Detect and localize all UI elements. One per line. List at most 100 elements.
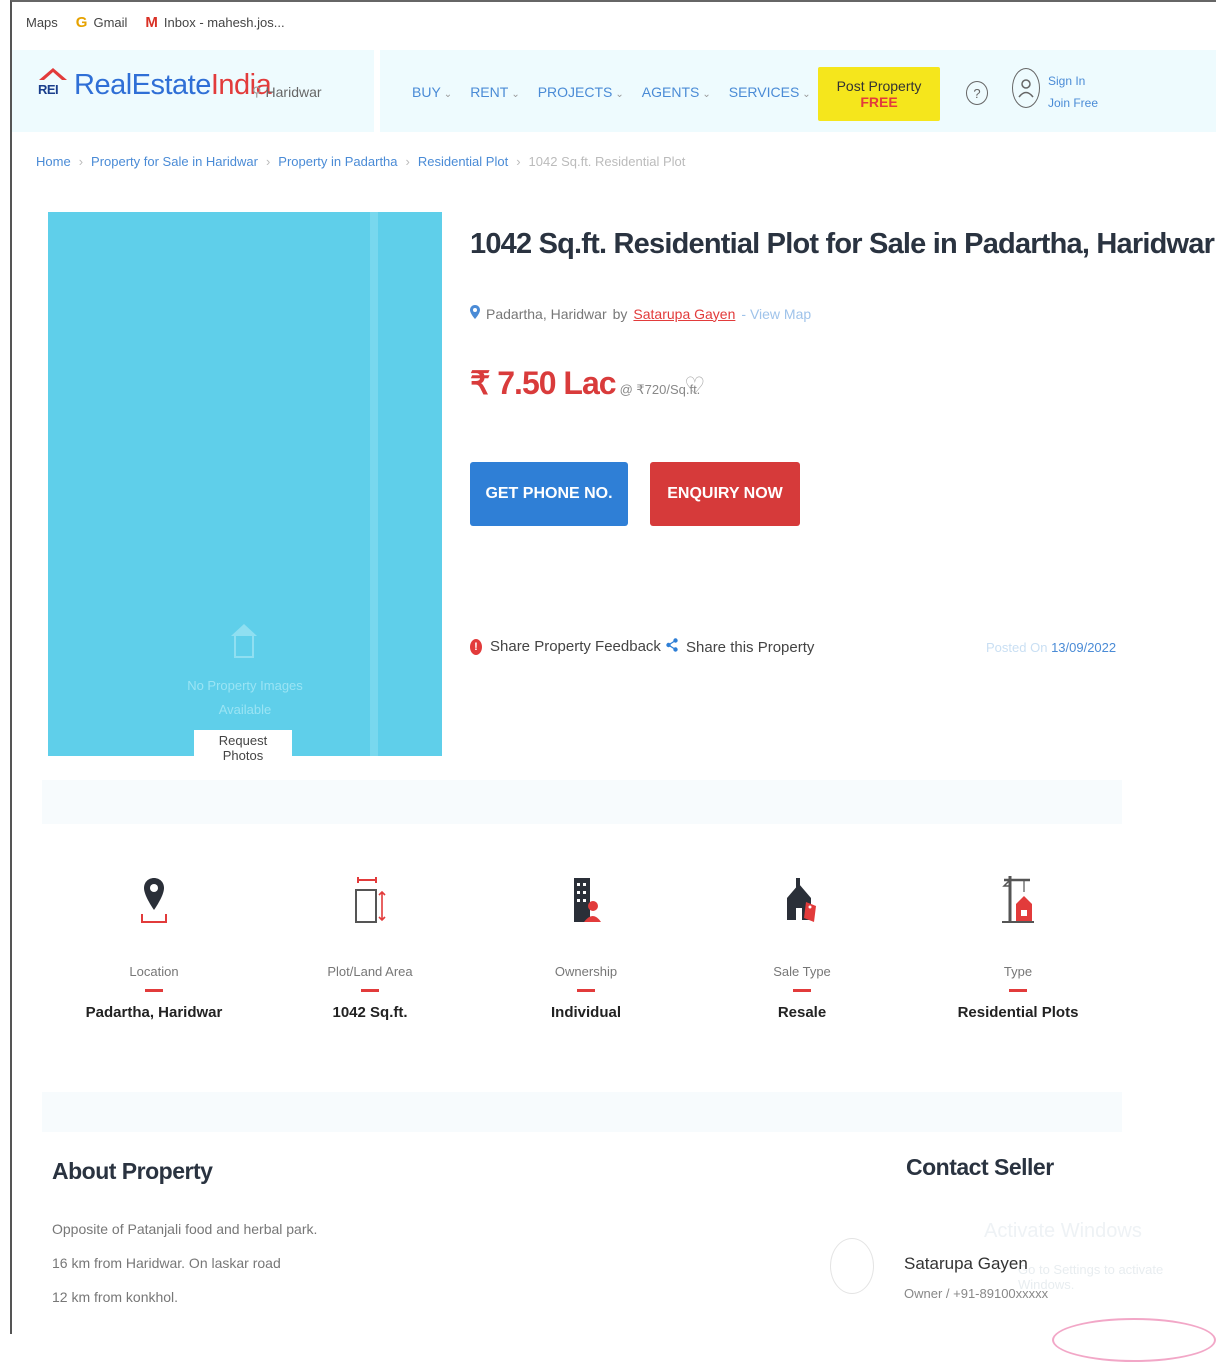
help-icon[interactable]: ? <box>966 81 988 105</box>
request-photos-button[interactable]: Request Photos <box>194 730 292 766</box>
breadcrumb-padartha[interactable]: Property in Padartha <box>278 154 397 169</box>
property-title: 1042 Sq.ft. Residential Plot for Sale in… <box>470 228 1215 260</box>
bookmark-maps[interactable]: Maps <box>26 15 58 30</box>
feature-value: Residential Plots <box>957 1004 1079 1021</box>
breadcrumb: Home › Property for Sale in Haridwar › P… <box>36 154 685 169</box>
location-pin-icon <box>46 874 262 934</box>
seller-name: Satarupa Gayen <box>904 1254 1028 1273</box>
feature-type: Type Residential Plots <box>910 874 1126 1021</box>
city-label: Haridwar <box>265 84 322 100</box>
nav-label: SERVICES <box>728 84 800 100</box>
faint-band <box>42 780 1122 824</box>
price-row: ₹ 7.50 Lac @ ₹720/Sq.ft. <box>470 364 700 402</box>
logo-real-estate: RealEstate <box>74 68 211 101</box>
chevron-right-icon: › <box>516 154 521 169</box>
feature-underline <box>793 989 811 992</box>
google-icon: G <box>75 13 88 31</box>
logo-wordmark: RealEstateIndia <box>74 68 272 102</box>
breadcrumb-residential-plot[interactable]: Residential Plot <box>418 154 508 169</box>
breadcrumb-sale-haridwar[interactable]: Property for Sale in Haridwar <box>91 154 258 169</box>
about-property-title: About Property <box>52 1158 213 1184</box>
chevron-down-icon: ⌄ <box>702 89 711 100</box>
feature-sale-type: Sale Type Resale <box>694 874 910 1021</box>
site-logo[interactable]: REI RealEstateIndia <box>38 68 272 102</box>
price: ₹ 7.50 Lac <box>470 365 617 401</box>
avatar <box>830 1238 874 1294</box>
nav-projects[interactable]: PROJECTS ⌄ <box>538 84 624 100</box>
nav-label: AGENTS <box>641 84 700 100</box>
share-feedback-link[interactable]: ! Share Property Feedback <box>470 638 661 655</box>
chevron-right-icon: › <box>405 154 410 169</box>
crane-icon <box>910 874 1126 934</box>
activate-windows-watermark: Activate Windows <box>984 1220 1142 1242</box>
feature-value: Padartha, Haridwar <box>85 1004 223 1021</box>
share-icon <box>666 638 678 656</box>
nav-buy[interactable]: BUY ⌄ <box>412 84 452 100</box>
about-line: 16 km from Haridwar. On laskar road <box>52 1255 281 1271</box>
feature-area: Plot/Land Area 1042 Sq.ft. <box>262 874 478 1021</box>
property-location: Padartha, Haridwar by Satarupa Gayen - V… <box>470 305 811 322</box>
feedback-label: Share Property Feedback <box>490 638 661 655</box>
nav-rent[interactable]: RENT ⌄ <box>470 84 520 100</box>
home-icon <box>231 624 257 658</box>
heart-icon[interactable]: ♡ <box>684 374 706 402</box>
feature-label: Ownership <box>554 964 618 979</box>
property-features: Location Padartha, Haridwar Plot/Land Ar… <box>46 874 1142 1021</box>
join-free-link[interactable]: Join Free <box>1048 92 1098 114</box>
sale-tag-icon <box>694 874 910 934</box>
bookmarks-bar: Maps G Gmail M Inbox - mahesh.jos... <box>12 2 1216 42</box>
view-map-link[interactable]: - View Map <box>741 306 811 322</box>
feature-underline <box>145 989 163 992</box>
info-icon: ! <box>470 638 482 655</box>
chevron-down-icon: ⌄ <box>511 89 520 100</box>
feature-value: 1042 Sq.ft. <box>332 1004 408 1021</box>
feature-value: Individual <box>550 1004 621 1021</box>
bookmark-inbox[interactable]: M Inbox - mahesh.jos... <box>145 14 284 31</box>
seller-link[interactable]: Satarupa Gayen <box>633 306 735 322</box>
post-property-label: Post Property <box>836 78 922 94</box>
chevron-right-icon: › <box>78 154 84 169</box>
feature-location: Location Padartha, Haridwar <box>46 874 262 1021</box>
location-pin-icon: ⚲ <box>252 84 262 99</box>
nav-label: BUY <box>412 84 441 100</box>
feature-ownership: Ownership Individual <box>478 874 694 1021</box>
about-line: Opposite of Patanjali food and herbal pa… <box>52 1221 318 1237</box>
about-line: 12 km from konkhol. <box>52 1289 179 1305</box>
user-icon[interactable] <box>1012 68 1040 108</box>
chevron-down-icon: ⌄ <box>802 89 811 100</box>
logo-rei-text: REI <box>38 82 59 97</box>
feature-underline <box>1009 989 1027 992</box>
no-images-line2: Available <box>218 702 272 717</box>
posted-label: Posted On <box>986 640 1048 655</box>
sign-in-link[interactable]: Sign In <box>1048 70 1098 92</box>
gmail-icon: M <box>145 13 158 31</box>
feature-label: Type <box>1003 964 1033 979</box>
property-photo-panel: No Property Images Available Request Pho… <box>48 212 442 766</box>
post-free-label: FREE <box>860 94 898 110</box>
no-images-line1: No Property Images <box>187 678 303 693</box>
logo-house-icon: REI <box>38 68 68 102</box>
share-property-link[interactable]: Share this Property <box>666 638 814 656</box>
breadcrumb-home[interactable]: Home <box>36 154 71 169</box>
faint-band <box>42 1092 1122 1132</box>
enquiry-now-button[interactable]: ENQUIRY NOW <box>650 462 800 526</box>
posted-date: 13/09/2022 <box>1051 640 1117 655</box>
nav-label: PROJECTS <box>537 84 613 100</box>
bookmark-gmail[interactable]: G Gmail <box>76 14 128 31</box>
ownership-icon <box>478 874 694 934</box>
feature-label: Plot/Land Area <box>327 964 413 979</box>
bookmark-label: Inbox - mahesh.jos... <box>163 14 285 30</box>
location-text: Padartha, Haridwar <box>486 305 607 322</box>
stamp-mark <box>1052 1318 1216 1362</box>
nav-services[interactable]: SERVICES ⌄ <box>729 84 811 100</box>
city-selector[interactable]: ⚲ Haridwar <box>252 84 322 100</box>
get-phone-button[interactable]: GET PHONE NO. <box>470 462 628 526</box>
site-header: REI RealEstateIndia ⚲ Haridwar BUY ⌄ RENT… <box>12 50 1216 132</box>
about-property-text: Opposite of Patanjali food and herbal pa… <box>52 1212 317 1314</box>
contact-seller-title: Contact Seller <box>906 1154 1054 1180</box>
nav-agents[interactable]: AGENTS ⌄ <box>642 84 711 100</box>
feature-value: Resale <box>777 1004 827 1021</box>
signin-links: Sign In Join Free <box>1048 70 1098 114</box>
area-icon <box>262 874 478 934</box>
post-property-button[interactable]: Post Property FREE <box>818 67 940 121</box>
